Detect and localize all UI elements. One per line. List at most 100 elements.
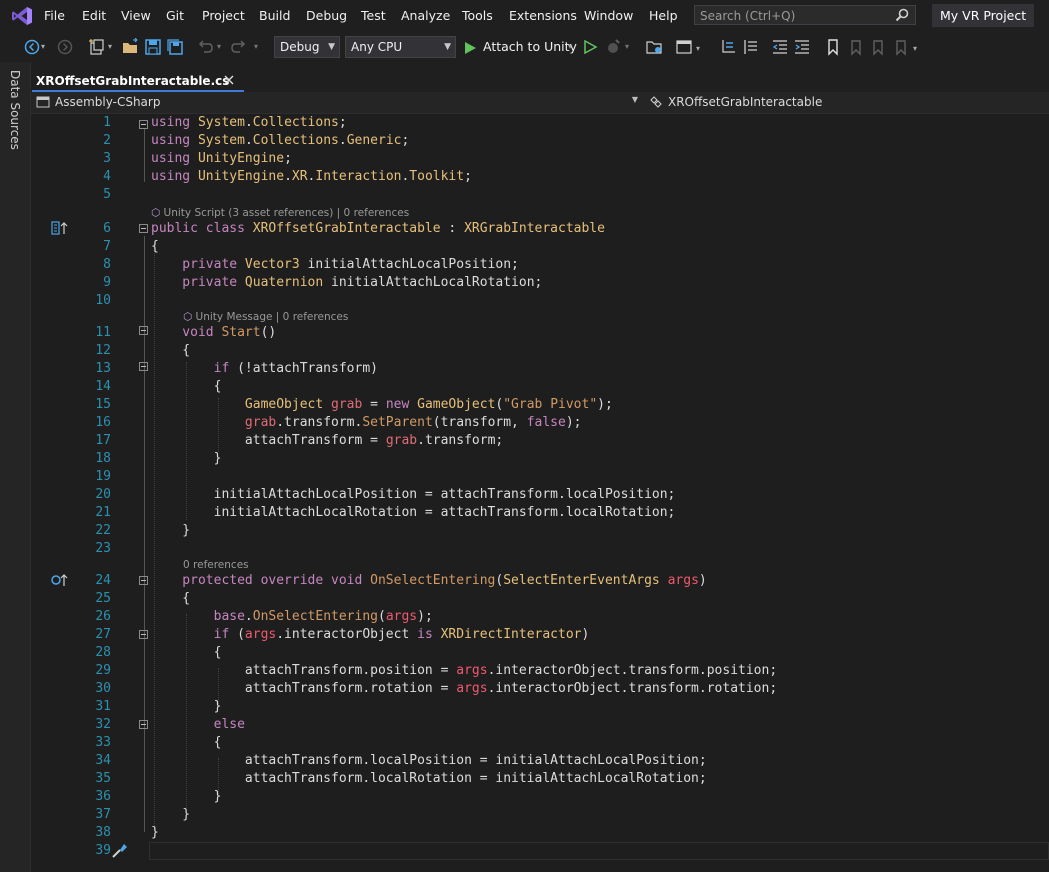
code-line[interactable]: 11 void Start() [31,324,1049,342]
code-token: XRDirectInteractor [440,627,582,642]
menu-debug[interactable]: Debug [306,8,347,23]
code-line[interactable]: 22 } [31,522,1049,540]
code-line[interactable]: 21 initialAttachLocalRotation = attachTr… [31,504,1049,522]
start-without-debugging-icon[interactable] [581,38,599,56]
line-number: 1 [103,115,111,130]
code-line[interactable]: 17 attachTransform = grab.transform; [31,432,1049,450]
step-over-icon[interactable] [720,38,738,56]
previous-bookmark-icon[interactable] [846,38,864,56]
save-all-icon[interactable] [166,38,184,56]
menu-file[interactable]: File [44,8,65,23]
window-layout-icon[interactable] [675,38,693,56]
close-icon[interactable] [224,75,234,85]
code-line[interactable]: 12 { [31,342,1049,360]
code-line[interactable]: 2 using System.Collections.Generic; [31,132,1049,150]
code-line[interactable]: 26 base.OnSelectEntering(args); [31,608,1049,626]
solution-platform-dropdown[interactable]: Any CPU ▼ [345,36,456,58]
code-line[interactable]: 28 { [31,644,1049,662]
solution-configuration-dropdown[interactable]: Debug ▼ [274,36,340,58]
menu-edit[interactable]: Edit [82,8,106,23]
code-line[interactable]: 14 { [31,378,1049,396]
menu-project[interactable]: Project [202,8,245,23]
code-line[interactable]: 4 using UnityEngine.XR.Interaction.Toolki… [31,168,1049,186]
code-line[interactable]: 36 } [31,788,1049,806]
undo-icon[interactable] [196,38,214,56]
menu-view[interactable]: View [121,8,151,23]
code-line[interactable]: 25 { [31,590,1049,608]
line-number: 35 [95,771,111,786]
chevron-down-icon[interactable]: ▾ [108,42,116,51]
chevron-down-icon[interactable]: ▾ [625,42,633,51]
code-line[interactable]: 24 protected override void OnSelectEnter… [31,572,1049,590]
menu-analyze[interactable]: Analyze [401,8,450,23]
decrease-indent-icon[interactable] [771,38,789,56]
code-line[interactable]: 19 [31,468,1049,486]
code-line[interactable]: 31 } [31,698,1049,716]
search-input[interactable]: Search (Ctrl+Q) [694,5,916,25]
new-project-icon[interactable] [88,38,106,56]
code-line[interactable]: 7{ [31,238,1049,256]
comment-lines-icon[interactable] [742,38,760,56]
code-text: else [151,716,245,734]
bookmark-icon[interactable] [824,38,842,56]
code-line[interactable]: 27 if (args.interactorObject is XRDirect… [31,626,1049,644]
menu-window[interactable]: Window [584,8,633,23]
codelens-override[interactable]: 0 references [183,558,249,572]
type-dropdown[interactable]: XROffsetGrabInteractable [646,93,1049,112]
code-line[interactable]: 3 using UnityEngine; [31,150,1049,168]
code-line[interactable]: 29 attachTransform.position = args.inter… [31,662,1049,680]
code-line[interactable]: 32 else [31,716,1049,734]
code-line[interactable]: 18 } [31,450,1049,468]
redo-icon[interactable] [230,38,248,56]
code-editor[interactable]: ⬡ Unity Script (3 asset references) | 0 … [31,114,1049,872]
code-line[interactable]: 5 [31,186,1049,204]
increase-indent-icon[interactable] [793,38,811,56]
code-line[interactable]: 37 } [31,806,1049,824]
menu-test[interactable]: Test [361,8,386,23]
code-line[interactable]: 6 public class XROffsetGrabInteractable :… [31,220,1049,238]
code-line[interactable]: 34 attachTransform.localPosition = initi… [31,752,1049,770]
code-line[interactable]: 38} [31,824,1049,842]
code-token: . [244,133,253,148]
tab-xroffsetgrabinteractable[interactable]: XROffsetGrabInteractable.cs [32,72,244,92]
code-line[interactable]: 1 using System.Collections; [31,114,1049,132]
menu-build[interactable]: Build [259,8,290,23]
code-line[interactable]: 39 [31,842,1049,860]
hot-reload-icon[interactable] [605,38,623,56]
code-token: Start [221,325,261,340]
code-line[interactable]: 13 if (!attachTransform) [31,360,1049,378]
navigate-forward-icon[interactable] [56,38,74,56]
code-line[interactable]: 16 grab.transform.SetParent(transform, f… [31,414,1049,432]
menu-extensions[interactable]: Extensions [509,8,577,23]
clear-bookmarks-icon[interactable] [892,38,910,56]
code-line[interactable]: 15 GameObject grab = new GameObject("Gra… [31,396,1049,414]
visual-studio-logo-icon[interactable] [11,6,33,26]
navigate-back-icon[interactable] [23,38,41,56]
code-token: { [151,645,222,660]
project-dropdown[interactable]: Assembly-CSharp ▼ [33,93,642,112]
code-line[interactable]: 30 attachTransform.rotation = args.inter… [31,680,1049,698]
code-text: grab.transform.SetParent(transform, fals… [151,414,582,432]
browse-folder-icon[interactable] [646,38,664,56]
code-line[interactable]: 10 [31,292,1049,310]
data-sources-tab[interactable]: Data Sources [8,70,22,150]
menu-git[interactable]: Git [166,8,184,23]
menu-help[interactable]: Help [649,8,678,23]
code-line[interactable]: 35 attachTransform.localRotation = initi… [31,770,1049,788]
chevron-down-icon[interactable]: ▾ [217,42,225,51]
chevron-down-icon[interactable]: ▾ [913,44,921,53]
codelens-start[interactable]: ⬡ Unity Message | 0 references [183,310,348,324]
next-bookmark-icon[interactable] [869,38,887,56]
code-line[interactable]: 8 private Vector3 initialAttachLocalPosi… [31,256,1049,274]
code-line[interactable]: 33 { [31,734,1049,752]
code-line[interactable]: 9 private Quaternion initialAttachLocalR… [31,274,1049,292]
save-icon[interactable] [144,38,162,56]
open-folder-icon[interactable] [122,38,140,56]
code-line[interactable]: 23 [31,540,1049,558]
code-line[interactable]: 20 initialAttachLocalPosition = attachTr… [31,486,1049,504]
menu-tools[interactable]: Tools [462,8,493,23]
codelens-class[interactable]: ⬡ Unity Script (3 asset references) | 0 … [151,206,409,220]
chevron-down-icon[interactable]: ▾ [696,44,704,53]
chevron-down-icon[interactable]: ▾ [41,42,49,51]
chevron-down-icon[interactable]: ▾ [254,42,262,51]
